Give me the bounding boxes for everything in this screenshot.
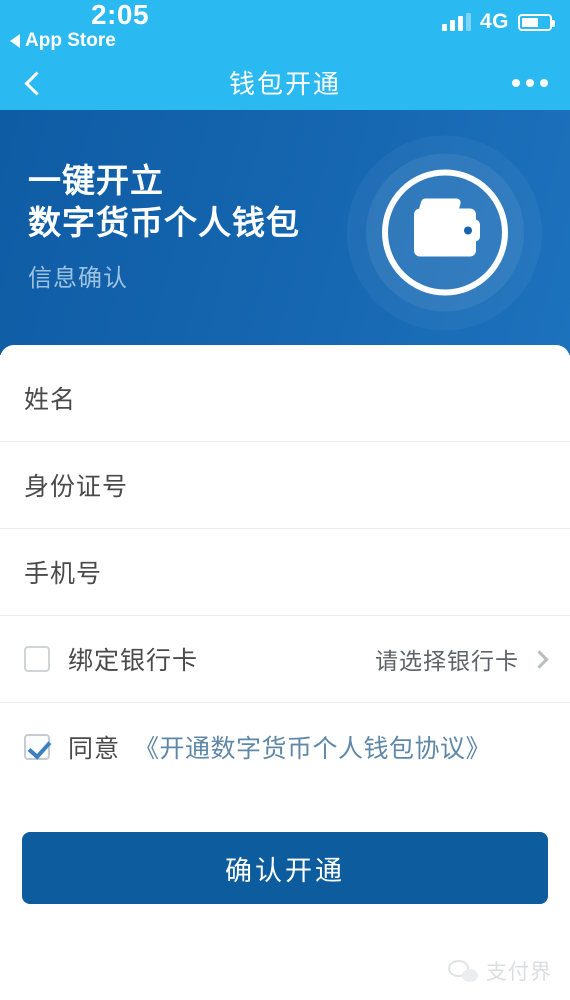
status-time: 2:05: [90, 0, 150, 30]
agreement-label: 同意: [68, 734, 121, 763]
status-indicators: 4G: [441, 10, 555, 34]
return-label: App Store: [25, 30, 116, 51]
nav-bar: 钱包开通: [0, 55, 570, 110]
more-dots-icon: [526, 78, 534, 87]
bind-bank-card-label: 绑定银行卡: [68, 647, 199, 675]
app-screen: 2:05 App Store 4G 钱包开通 一键开立 数字货币个人钱包 信息确…: [0, 0, 570, 1000]
more-dots-icon: [512, 78, 520, 87]
form-row-phone[interactable]: 手机号: [0, 529, 570, 616]
more-dots-icon: [540, 78, 548, 87]
phone-field[interactable]: 手机号: [24, 554, 102, 590]
form-card: 姓名 身份证号 手机号 绑定银行卡 请选择银行卡 同意 《开通数字货币个人钱包协…: [0, 345, 570, 790]
agreement-link[interactable]: 《开通数字货币个人钱包协议》: [134, 729, 491, 765]
watermark: 支付界: [448, 956, 552, 986]
wallet-clasp: [459, 219, 480, 242]
agreement-checkbox[interactable]: [24, 733, 50, 760]
form-row-bank-card[interactable]: 绑定银行卡 请选择银行卡: [0, 616, 570, 703]
hero-headline-line2: 数字货币个人钱包: [28, 204, 300, 242]
hero-banner: 一键开立 数字货币个人钱包 信息确认: [0, 110, 570, 355]
back-triangle-icon: [10, 34, 20, 48]
select-bank-card-value[interactable]: 请选择银行卡: [375, 642, 519, 676]
hero-headline-line1: 一键开立: [28, 162, 164, 199]
more-options-button[interactable]: [512, 78, 548, 87]
battery-icon: [518, 13, 555, 31]
hero-text-block: 一键开立 数字货币个人钱包 信息确认: [28, 160, 300, 293]
signal-icon: [441, 13, 471, 31]
bind-bank-card-checkbox[interactable]: [24, 646, 50, 672]
chevron-right-icon: [530, 649, 549, 669]
wallet-icon: [347, 135, 542, 330]
id-number-field[interactable]: 身份证号: [24, 467, 128, 503]
hero-subtitle: 信息确认: [28, 265, 128, 293]
confirm-activate-button[interactable]: 确认开通: [22, 832, 548, 904]
page-title: 钱包开通: [228, 69, 341, 99]
submit-area: 确认开通: [0, 790, 570, 904]
wallet-glyph: [413, 208, 480, 257]
form-row-id[interactable]: 身份证号: [0, 442, 570, 529]
watermark-text: 支付界: [486, 961, 552, 984]
form-row-name[interactable]: 姓名: [0, 355, 570, 442]
name-field[interactable]: 姓名: [24, 380, 76, 416]
return-to-app-store[interactable]: App Store: [10, 30, 116, 52]
status-bar: 2:05 App Store 4G: [0, 0, 570, 55]
back-button[interactable]: [22, 72, 44, 94]
network-label: 4G: [479, 10, 509, 33]
wechat-icon: [448, 960, 478, 982]
form-row-agreement[interactable]: 同意 《开通数字货币个人钱包协议》: [0, 703, 570, 790]
